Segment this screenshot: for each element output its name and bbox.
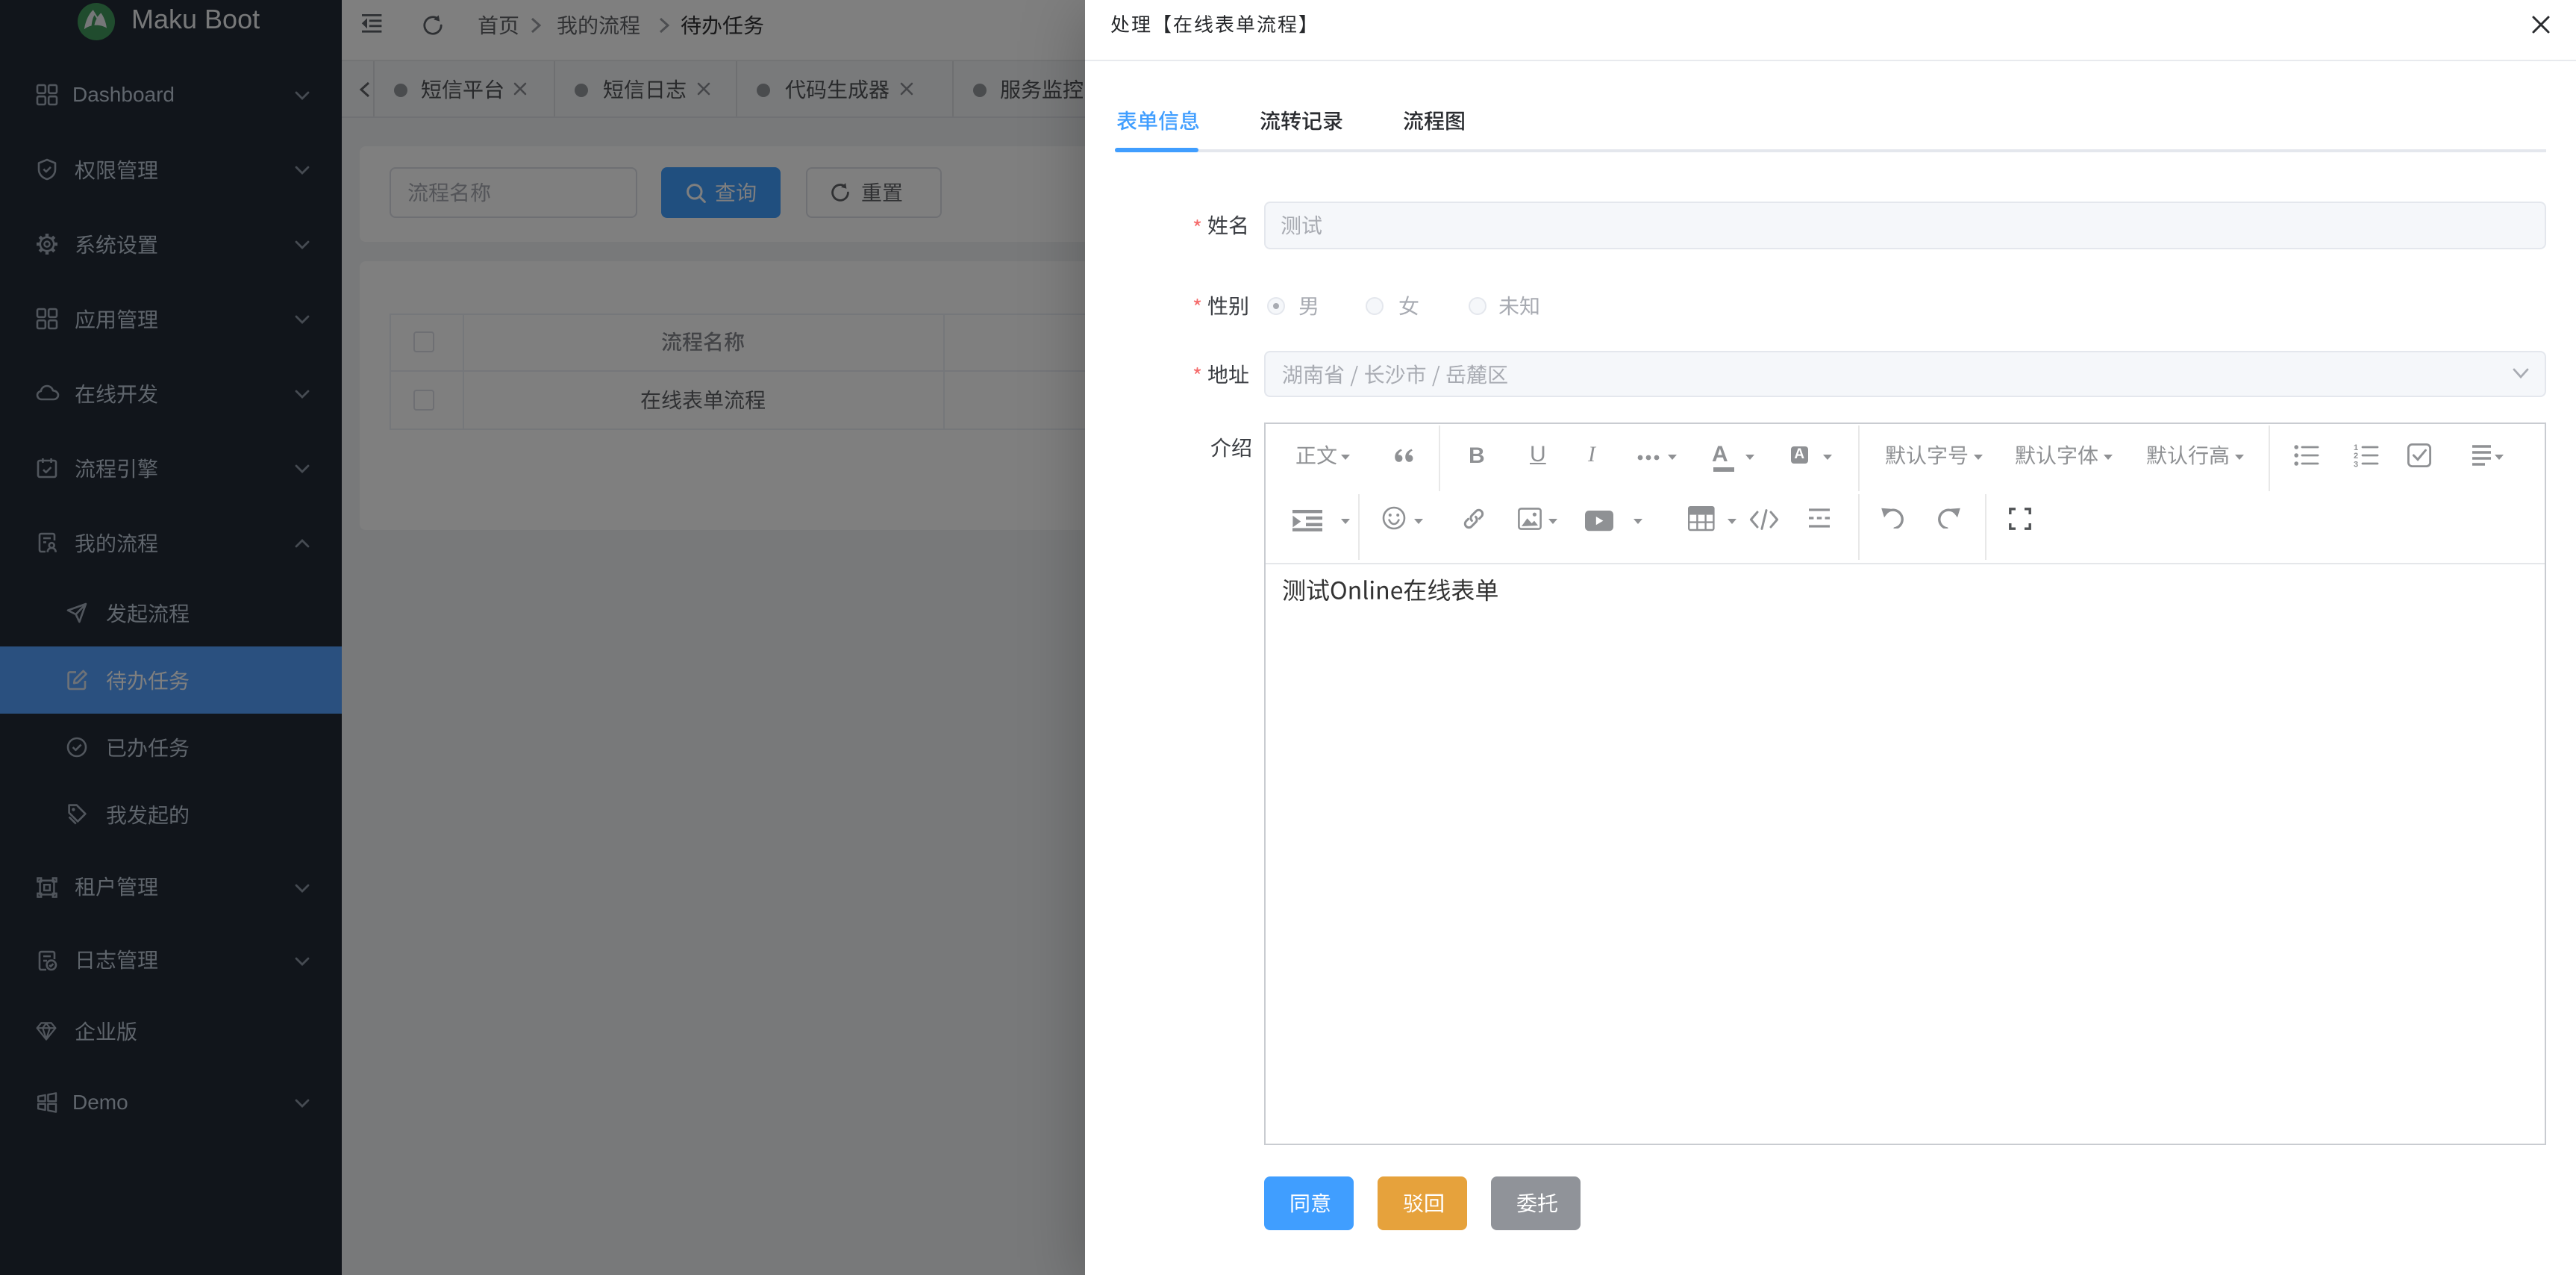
svg-text:3: 3 [2354, 460, 2358, 467]
svg-text:2: 2 [2354, 452, 2358, 461]
